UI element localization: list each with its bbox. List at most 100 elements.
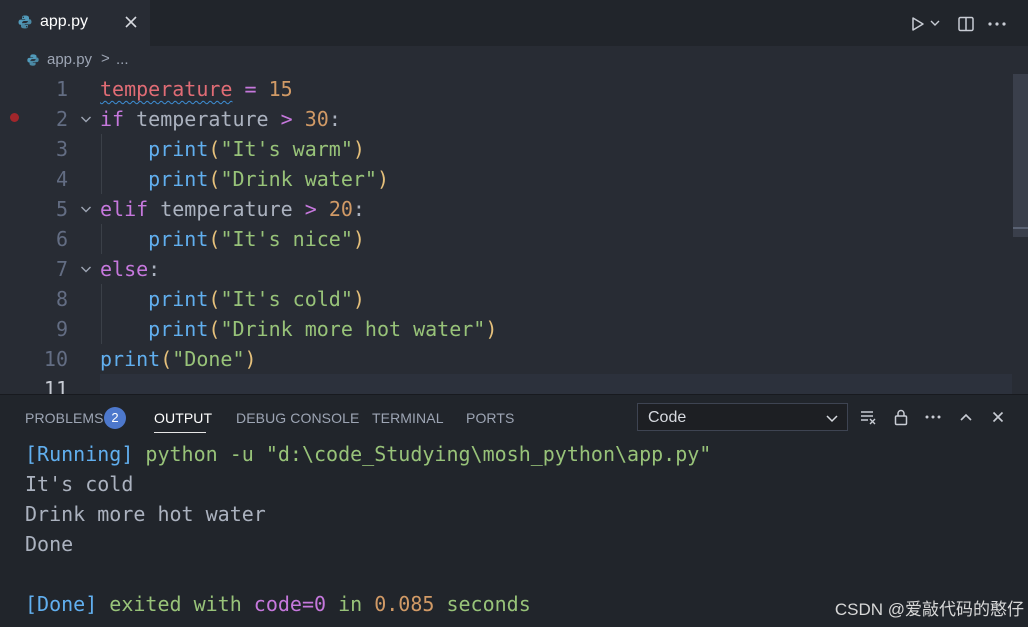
tab-terminal[interactable]: TERMINAL <box>372 410 444 426</box>
lock-icon[interactable] <box>891 407 911 427</box>
code-token: 20 <box>328 197 353 221</box>
code-token: ( <box>208 227 221 251</box>
code-token: elif <box>100 197 149 221</box>
tab-debug-console[interactable]: DEBUG CONSOLE <box>236 410 359 426</box>
split-editor-icon[interactable] <box>955 13 977 35</box>
line-number: 2 <box>55 107 68 131</box>
output-channel-select[interactable]: Code <box>637 403 848 431</box>
problems-count-badge: 2 <box>104 407 126 429</box>
chevron-down-icon[interactable] <box>928 16 942 30</box>
code-text: if temperature > 30: <box>100 104 341 134</box>
code-line[interactable]: 5 elif temperature > 20: <box>0 194 1012 224</box>
python-file-icon <box>17 14 33 35</box>
tab-output[interactable]: OUTPUT <box>154 410 212 426</box>
run-command: python -u "d:\code_Studying\mosh_python\… <box>133 442 712 466</box>
line-number: 9 <box>55 317 68 341</box>
breadcrumb-file[interactable]: app.py <box>47 51 92 68</box>
bottom-panel: PROBLEMS 2 OUTPUT DEBUG CONSOLE TERMINAL… <box>0 394 1028 627</box>
output-channel-value: Code <box>648 409 687 426</box>
code-token: "It's nice" <box>220 227 353 251</box>
code-token: > <box>280 107 293 131</box>
done-tag: [Done] <box>25 592 98 616</box>
code-text: print("Done") <box>100 344 257 374</box>
code-line[interactable]: 3 print("It's warm") <box>0 134 1012 164</box>
fold-chevron-icon[interactable] <box>80 112 92 124</box>
code-line[interactable]: 7 else: <box>0 254 1012 284</box>
fold-chevron-icon[interactable] <box>80 202 92 214</box>
line-number: 3 <box>55 137 68 161</box>
code-token: print <box>148 287 209 311</box>
code-line[interactable]: 6 print("It's nice") <box>0 224 1012 254</box>
more-actions-icon[interactable] <box>923 407 943 427</box>
code-token: "Drink more hot water" <box>220 317 486 341</box>
python-file-icon <box>26 53 40 72</box>
code-token: print <box>148 227 209 251</box>
line-number: 8 <box>55 287 68 311</box>
output-running-line: [Running] python -u "d:\code_Studying\mo… <box>25 439 711 469</box>
code-token: ) <box>244 347 257 371</box>
breadcrumb: app.py > ... <box>0 46 1028 74</box>
code-token: "Done" <box>172 347 245 371</box>
close-icon[interactable] <box>122 13 140 31</box>
code-line[interactable]: 2 if temperature > 30: <box>0 104 1012 134</box>
code-token: > <box>304 197 317 221</box>
in-text: in <box>326 592 375 616</box>
code-token: "It's cold" <box>220 287 353 311</box>
code-token: : <box>352 197 365 221</box>
tab-ports[interactable]: PORTS <box>466 410 514 426</box>
code-text: print("It's warm") <box>100 134 365 164</box>
cursor-position-marker <box>1013 227 1028 229</box>
output-line: Drink more hot water <box>25 502 266 526</box>
output-line: Done <box>25 532 74 556</box>
code-text: temperature = 15 <box>100 74 293 104</box>
code-line[interactable]: 1 temperature = 15 <box>0 74 1012 104</box>
code-line[interactable]: 9 print("Drink more hot water") <box>0 314 1012 344</box>
code-token: ( <box>208 317 221 341</box>
output-line: It's cold <box>25 472 134 496</box>
exit-code: code=0 <box>253 592 327 616</box>
clear-output-icon[interactable] <box>858 407 878 427</box>
code-line[interactable]: 10 print("Done") <box>0 344 1012 374</box>
run-icon[interactable] <box>906 13 928 35</box>
output-done-line: [Done] exited with code=0 in 0.085 secon… <box>25 589 531 619</box>
tab-problems[interactable]: PROBLEMS <box>25 410 104 426</box>
breadcrumb-symbols[interactable]: ... <box>116 51 129 68</box>
duration-value: 0.085 <box>374 592 435 616</box>
close-panel-icon[interactable] <box>988 407 1008 427</box>
watermark: CSDN @爱敲代码的憨仔 <box>834 600 1024 619</box>
editor-scrollbar-thumb[interactable] <box>1013 74 1028 237</box>
code-text: print("Drink more hot water") <box>100 314 497 344</box>
tab-app-py[interactable]: app.py <box>0 0 150 46</box>
code-token: temperature <box>100 77 233 101</box>
code-token: ( <box>208 287 221 311</box>
fold-chevron-icon[interactable] <box>80 262 92 274</box>
code-token: ( <box>160 347 173 371</box>
seconds-text: seconds <box>434 592 531 616</box>
code-token: : <box>148 257 161 281</box>
code-line[interactable]: 11 <box>0 374 1012 394</box>
code-token: print <box>148 317 209 341</box>
maximize-panel-icon[interactable] <box>956 407 976 427</box>
code-token: "It's warm" <box>220 137 353 161</box>
code-token: temperature <box>124 107 281 131</box>
more-actions-icon[interactable] <box>985 13 1009 35</box>
running-tag: [Running] <box>25 442 134 466</box>
code-token: : <box>328 107 341 131</box>
line-number: 11 <box>43 377 68 394</box>
code-token: ) <box>352 227 365 251</box>
code-token: "Drink water" <box>220 167 377 191</box>
code-token: ) <box>352 287 365 311</box>
code-line[interactable]: 4 print("Drink water") <box>0 164 1012 194</box>
editor-tab-bar: app.py <box>0 0 1028 46</box>
code-token: else <box>100 257 149 281</box>
code-token: ( <box>208 167 221 191</box>
line-number: 10 <box>43 347 68 371</box>
code-editor[interactable]: 1 temperature = 15 2 if temperature > 30: 3 … <box>0 74 1028 394</box>
code-token: print <box>148 137 209 161</box>
code-token: temperature <box>148 197 305 221</box>
code-line[interactable]: 8 print("It's cold") <box>0 284 1012 314</box>
